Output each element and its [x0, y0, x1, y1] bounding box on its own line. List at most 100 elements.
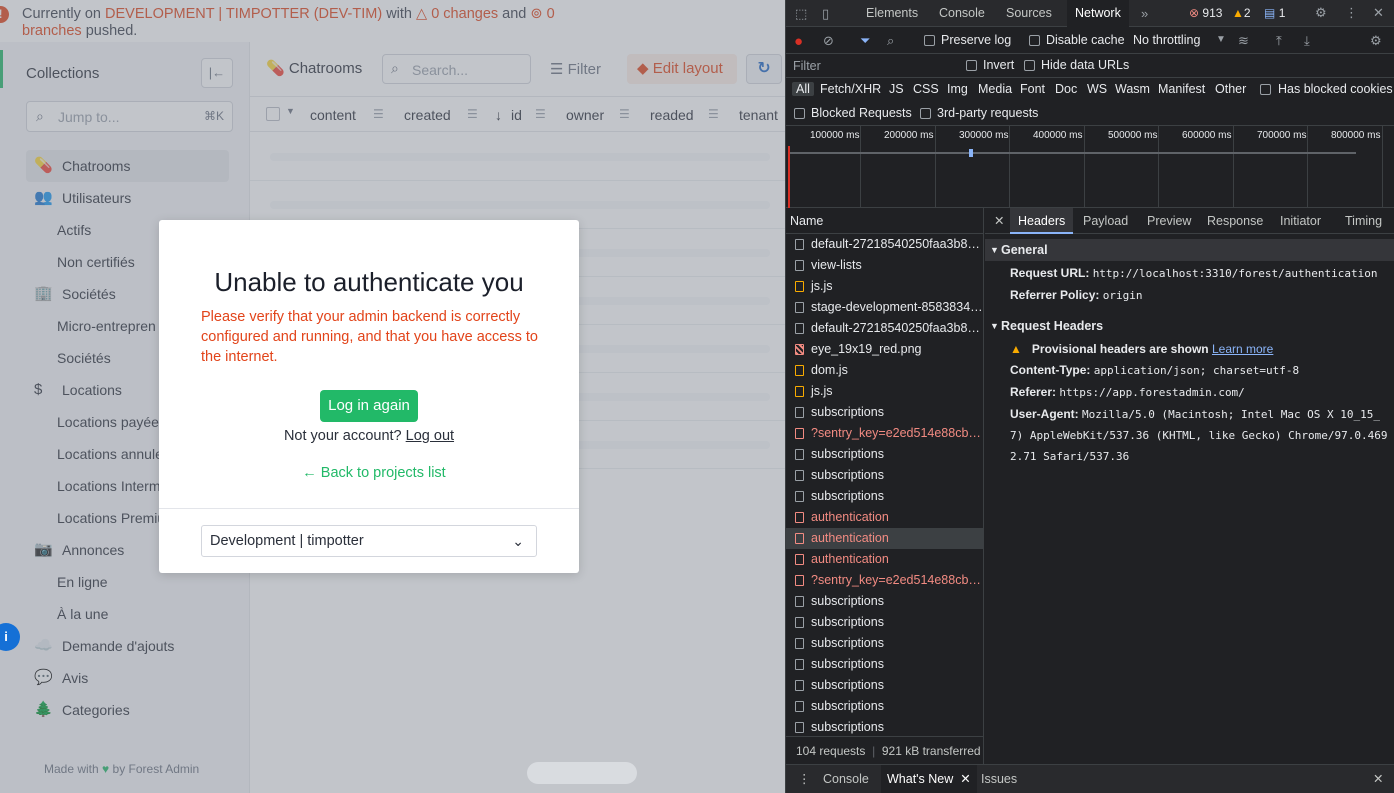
- disable-cache-checkbox[interactable]: [1029, 35, 1040, 46]
- close-details-icon[interactable]: ✕: [994, 208, 1004, 234]
- request-row[interactable]: view-lists: [786, 255, 983, 276]
- request-row[interactable]: subscriptions: [786, 633, 983, 654]
- preserve-log-checkbox[interactable]: [924, 35, 935, 46]
- type-ws[interactable]: WS: [1087, 82, 1107, 96]
- kebab-menu-icon[interactable]: ⋮: [1345, 5, 1358, 21]
- tab-headers[interactable]: Headers: [1010, 208, 1074, 234]
- type-wasm[interactable]: Wasm: [1115, 82, 1150, 96]
- drawer-menu-icon[interactable]: ⋮: [798, 765, 811, 793]
- download-icon[interactable]: ⤓: [1304, 33, 1310, 49]
- type-media[interactable]: Media: [978, 82, 1012, 96]
- request-row[interactable]: stage-development-8583834…: [786, 297, 983, 318]
- request-row[interactable]: subscriptions: [786, 612, 983, 633]
- request-row[interactable]: subscriptions: [786, 444, 983, 465]
- request-row[interactable]: ?sentry_key=e2ed514e88cb…: [786, 423, 983, 444]
- project-select[interactable]: Development | timpotter ⌄: [201, 525, 537, 557]
- learn-more-link[interactable]: Learn more: [1212, 342, 1273, 356]
- tab-response[interactable]: Response: [1207, 208, 1263, 234]
- device-toolbar-icon[interactable]: ▯: [822, 6, 829, 22]
- message-count-badge[interactable]: ▤ 1: [1264, 5, 1285, 21]
- close-icon[interactable]: ✕: [1373, 5, 1384, 21]
- request-row[interactable]: authentication: [786, 528, 983, 549]
- close-drawer-icon[interactable]: ✕: [1373, 765, 1383, 793]
- image-file-icon: [795, 344, 804, 355]
- request-row[interactable]: subscriptions: [786, 402, 983, 423]
- throttling-select[interactable]: No throttling: [1133, 33, 1200, 47]
- filter-input[interactable]: Filter: [790, 57, 955, 75]
- name-column-header[interactable]: Name: [786, 208, 983, 234]
- drawer-tab-console[interactable]: Console: [823, 765, 869, 793]
- clear-icon[interactable]: ⊘: [823, 33, 834, 49]
- blocked-requests-checkbox[interactable]: [794, 108, 805, 119]
- search-icon[interactable]: ⌕: [887, 33, 894, 49]
- settings-gear-icon[interactable]: ⚙: [1315, 5, 1327, 21]
- tab-preview[interactable]: Preview: [1147, 208, 1191, 234]
- drawer-tab-issues[interactable]: Issues: [981, 765, 1017, 793]
- type-all[interactable]: All: [792, 82, 814, 96]
- tab-console[interactable]: Console: [939, 0, 985, 27]
- back-to-projects-link[interactable]: ← Back to projects list: [159, 465, 589, 481]
- general-section-header[interactable]: ▼ General: [985, 239, 1394, 261]
- log-out-link[interactable]: Log out: [406, 428, 454, 444]
- type-img[interactable]: Img: [947, 82, 968, 96]
- log-in-again-button[interactable]: Log in again: [320, 390, 418, 422]
- error-count-badge[interactable]: ⊗ 913: [1189, 5, 1222, 21]
- type-js[interactable]: JS: [889, 82, 904, 96]
- invert-checkbox[interactable]: [966, 60, 977, 71]
- request-row[interactable]: ?sentry_key=e2ed514e88cb…: [786, 570, 983, 591]
- drawer-tab-whats-new[interactable]: What's New ✕: [881, 765, 977, 793]
- request-row[interactable]: js.js: [786, 381, 983, 402]
- request-row[interactable]: default-27218540250faa3b8…: [786, 318, 983, 339]
- devtools-panel: ⬚ ▯ Elements Console Sources Network » ⊗…: [785, 0, 1394, 793]
- type-font[interactable]: Font: [1020, 82, 1045, 96]
- request-row[interactable]: subscriptions: [786, 486, 983, 507]
- request-row[interactable]: dom.js: [786, 360, 983, 381]
- document-file-icon: [795, 323, 804, 334]
- request-row[interactable]: eye_19x19_red.png: [786, 339, 983, 360]
- close-icon[interactable]: ✕: [960, 772, 970, 786]
- hide-data-urls-checkbox[interactable]: [1024, 60, 1035, 71]
- warning-count-badge[interactable]: ▲2: [1232, 5, 1251, 21]
- request-row[interactable]: subscriptions: [786, 591, 983, 612]
- tab-elements[interactable]: Elements: [866, 0, 918, 27]
- triangle-down-icon: ▼: [990, 321, 999, 331]
- request-name: subscriptions: [811, 720, 884, 734]
- network-conditions-icon[interactable]: ≋: [1238, 33, 1249, 49]
- type-fetch-xhr[interactable]: Fetch/XHR: [820, 82, 881, 96]
- tab-network[interactable]: Network: [1067, 0, 1129, 27]
- tab-payload[interactable]: Payload: [1083, 208, 1128, 234]
- request-row[interactable]: default-27218540250faa3b8…: [786, 234, 983, 255]
- request-row[interactable]: js.js: [786, 276, 983, 297]
- type-css[interactable]: CSS: [913, 82, 939, 96]
- request-row[interactable]: subscriptions: [786, 675, 983, 696]
- tab-initiator[interactable]: Initiator: [1280, 208, 1321, 234]
- upload-icon[interactable]: ⤒: [1276, 33, 1282, 49]
- general-title: General: [1001, 243, 1048, 257]
- inspect-element-icon[interactable]: ⬚: [795, 6, 807, 22]
- request-row[interactable]: authentication: [786, 549, 983, 570]
- user-agent-line-3: 2.71 Safari/537.36: [1010, 450, 1130, 463]
- tab-sources[interactable]: Sources: [1006, 0, 1052, 27]
- third-party-checkbox[interactable]: [920, 108, 931, 119]
- settings-gear-icon[interactable]: ⚙: [1370, 33, 1382, 49]
- filter-funnel-icon[interactable]: ⏷: [860, 33, 870, 49]
- type-doc[interactable]: Doc: [1055, 82, 1077, 96]
- request-row[interactable]: subscriptions: [786, 717, 983, 738]
- type-manifest[interactable]: Manifest: [1158, 82, 1205, 96]
- request-row[interactable]: authentication: [786, 507, 983, 528]
- request-headers-section-header[interactable]: ▼ Request Headers: [985, 315, 1394, 337]
- tab-timing[interactable]: Timing: [1345, 208, 1382, 234]
- timeline-gridline: [1233, 126, 1234, 208]
- third-party-label: 3rd-party requests: [937, 106, 1039, 120]
- type-other[interactable]: Other: [1215, 82, 1246, 96]
- document-file-icon: [795, 302, 804, 313]
- horizontal-scrollbar[interactable]: [527, 762, 637, 784]
- chevron-down-icon[interactable]: ▼: [1216, 34, 1226, 45]
- blocked-cookies-checkbox[interactable]: [1260, 84, 1271, 95]
- request-row[interactable]: subscriptions: [786, 465, 983, 486]
- more-tabs-icon[interactable]: »: [1141, 6, 1148, 21]
- request-row[interactable]: subscriptions: [786, 654, 983, 675]
- record-icon[interactable]: ●: [794, 33, 803, 50]
- request-row[interactable]: subscriptions: [786, 696, 983, 717]
- network-timeline[interactable]: 100000 ms 200000 ms 300000 ms 400000 ms …: [786, 126, 1394, 208]
